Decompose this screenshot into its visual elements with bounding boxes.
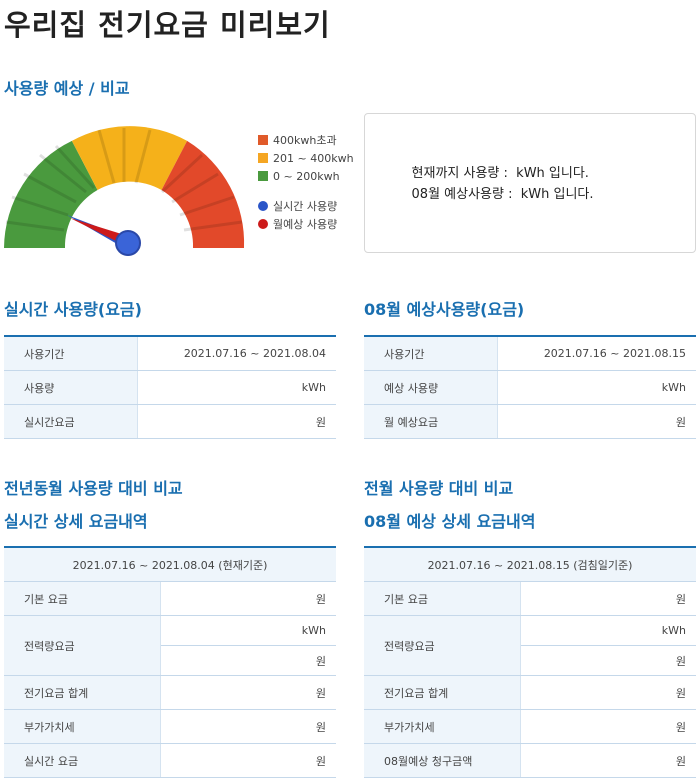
table-row: 부가가치세 원: [364, 709, 696, 744]
gauge-legend: 400kwh초과 201 ~ 400kwh 0 ~ 200kwh 실시간 사용량…: [258, 131, 354, 233]
legend-item: 400kwh초과: [258, 131, 354, 149]
table-row: 2021.07.16 ~ 2021.08.04 (현재기준): [4, 546, 336, 582]
usage-gauge: [4, 126, 245, 256]
realtime-detail-title: 실시간 상세 요금내역: [4, 512, 148, 531]
table-row: 부가가치세 원: [4, 709, 336, 744]
realtime-usage-title: 실시간 사용량(요금): [4, 300, 142, 319]
forecast-detail-table: 2021.07.16 ~ 2021.08.15 (검침일기준) 기본 요금 원 전…: [364, 546, 696, 778]
legend-item: 월예상 사용량: [258, 215, 354, 233]
table-row: 2021.07.16 ~ 2021.08.15 (검침일기준): [364, 546, 696, 582]
yoy-compare-title: 전년동월 사용량 대비 비교: [4, 479, 183, 498]
table-row: 전기요금 합계 원: [364, 675, 696, 710]
forecast-table: 사용기간 2021.07.16 ~ 2021.08.15 예상 사용량 kWh 월 …: [364, 335, 696, 439]
realtime-detail-table: 2021.07.16 ~ 2021.08.04 (현재기준) 기본 요금 원 전력…: [4, 546, 336, 778]
table-row: 전력량요금 kWh: [4, 615, 336, 676]
section-usage-title: 사용량 예상 / 비교: [4, 79, 130, 98]
table-row: 전기요금 합계 원: [4, 675, 336, 710]
table-row: 08월예상 청구금액 원: [364, 743, 696, 778]
table-row: 기본 요금 원: [4, 581, 336, 616]
table-row: 사용기간 2021.07.16 ~ 2021.08.15: [364, 335, 696, 371]
legend-item: 201 ~ 400kwh: [258, 149, 354, 167]
table-row: 실시간요금 원: [4, 404, 336, 439]
legend-item: 0 ~ 200kwh: [258, 167, 354, 185]
table-row: 사용량 kWh: [4, 370, 336, 405]
usage-info-box: 현재까지 사용량 : kWh 입니다. 08월 예상사용량 : kWh 입니다.: [364, 113, 696, 253]
table-row: 전력량요금 kWh: [364, 615, 696, 676]
page-title: 우리집 전기요금 미리보기: [4, 8, 331, 42]
forecast-detail-title: 08월 예상 상세 요금내역: [364, 512, 536, 531]
realtime-table: 사용기간 2021.07.16 ~ 2021.08.04 사용량 kWh 실시간요금…: [4, 335, 336, 439]
gauge-hub: [115, 230, 141, 256]
forecast-usage-line: 08월 예상사용량 : kWh 입니다.: [411, 187, 594, 202]
table-row: 사용기간 2021.07.16 ~ 2021.08.04: [4, 335, 336, 371]
table-row: 월 예상요금 원: [364, 404, 696, 439]
legend-item: 실시간 사용량: [258, 197, 354, 215]
forecast-usage-title: 08월 예상사용량(요금): [364, 300, 525, 319]
table-row: 예상 사용량 kWh: [364, 370, 696, 405]
mom-compare-title: 전월 사용량 대비 비교: [364, 479, 514, 498]
table-row: 실시간 요금 원: [4, 743, 336, 778]
table-row: 기본 요금 원: [364, 581, 696, 616]
